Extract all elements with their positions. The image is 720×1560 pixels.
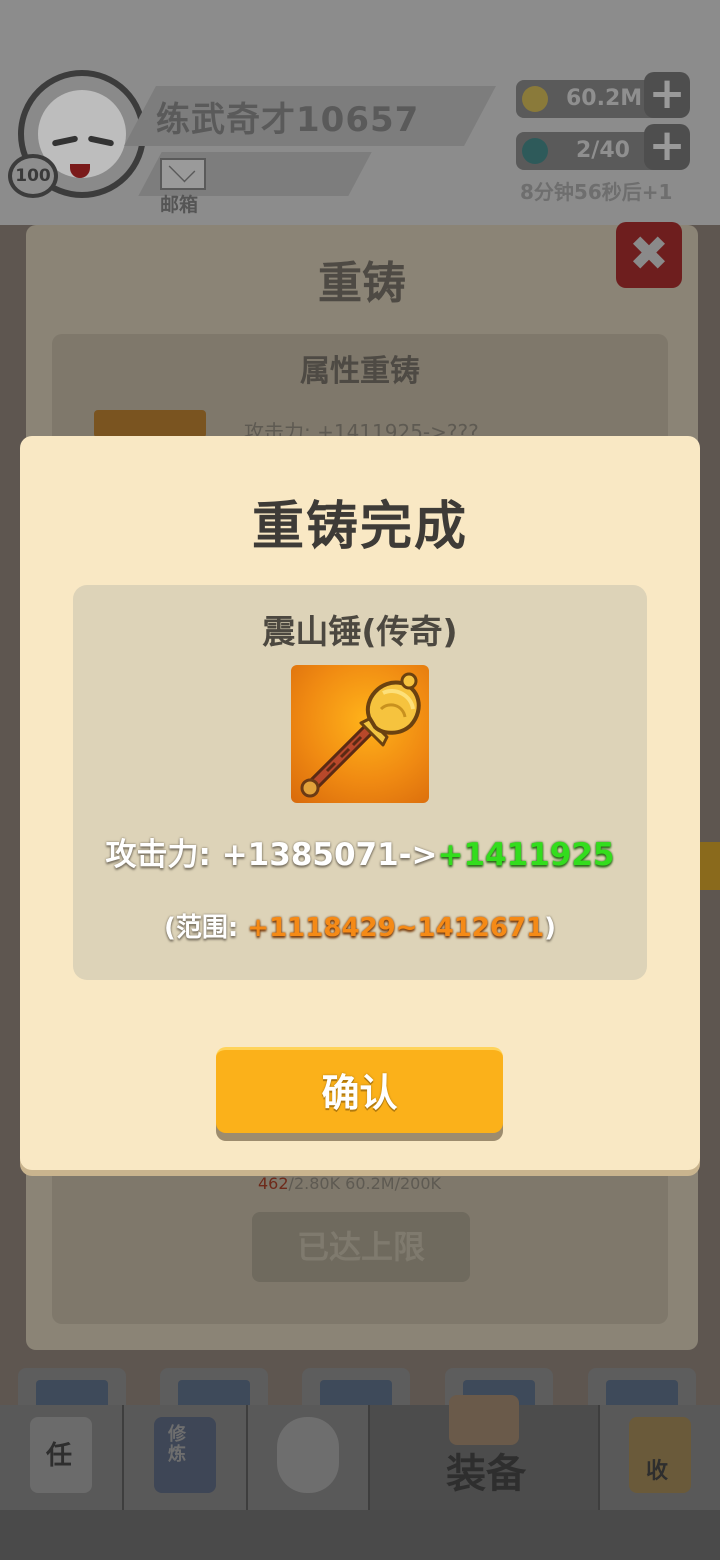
dialog-title: 重铸完成 [251,497,468,557]
gold-value: 60.2M [566,86,643,111]
cost-rest: /2.80K 60.2M/200K [288,1174,441,1193]
range-open: (范围: [163,913,248,943]
attack-new: +1411925 [437,837,615,873]
mail-icon[interactable] [160,158,206,190]
nav-tab-train[interactable]: 修炼 [124,1405,248,1510]
nav-tab-battle[interactable] [248,1405,370,1510]
crossed-swords-icon [277,1417,339,1493]
item-name: 震山锤(传奇) [262,612,458,651]
range-value: +1118429~1412671 [247,913,545,943]
energy-timer: 8分钟56秒后+1 [520,180,673,204]
nav-tab-collect[interactable]: 收 [600,1405,720,1510]
player-name: 练武奇才10657 [156,100,420,140]
nav-tab-task[interactable]: 任 [0,1405,124,1510]
nav-equip-label: 装备 [446,1451,526,1497]
equip-card[interactable] [588,1368,696,1408]
attack-old: 攻击力: +1385071-> [105,837,438,873]
equip-card[interactable] [18,1368,126,1408]
mail-label: 邮箱 [160,194,199,216]
coin-icon [522,86,548,112]
confirm-button[interactable]: 确认 [216,1047,503,1133]
add-energy-button[interactable]: + [644,124,690,170]
train-glyph: 修炼 [168,1424,186,1465]
nav-tab-equip[interactable]: 装备 [370,1395,600,1510]
close-icon[interactable]: ✖ [616,222,682,288]
reforge-complete-dialog: 重铸完成 震山锤(传奇) 攻击力: +1385071->+1411925 (范围… [20,436,700,1170]
cost-current: 462 [258,1174,289,1193]
energy-value: 2/40 [576,138,630,163]
golden-hammer-icon [291,665,429,803]
collect-glyph: 收 [646,1459,669,1484]
gem-icon [522,138,548,164]
panel-title: 重铸 [318,258,406,309]
range-close: ) [544,913,557,943]
equip-card[interactable] [302,1368,410,1408]
equip-card[interactable] [160,1368,268,1408]
task-glyph: 任 [46,1441,73,1471]
item-thumbnail [94,410,206,438]
add-gold-button[interactable]: + [644,72,690,118]
attack-range: (范围: +1118429~1412671) [73,907,647,944]
result-card: 震山锤(传奇) 攻击力: +1385071->+1411925 (范围: +11… [73,585,647,980]
section-title: 属性重铸 [300,354,420,389]
helmet-icon [449,1395,519,1445]
avatar-eye-left [51,135,79,147]
level-badge: 100 [8,154,58,198]
avatar-eye-right [87,135,115,147]
attack-change: 攻击力: +1385071->+1411925 [73,829,647,874]
reforge-cost: 462/2.80K 60.2M/200K [258,1174,441,1193]
maxed-button[interactable]: 已达上限 [252,1212,470,1282]
